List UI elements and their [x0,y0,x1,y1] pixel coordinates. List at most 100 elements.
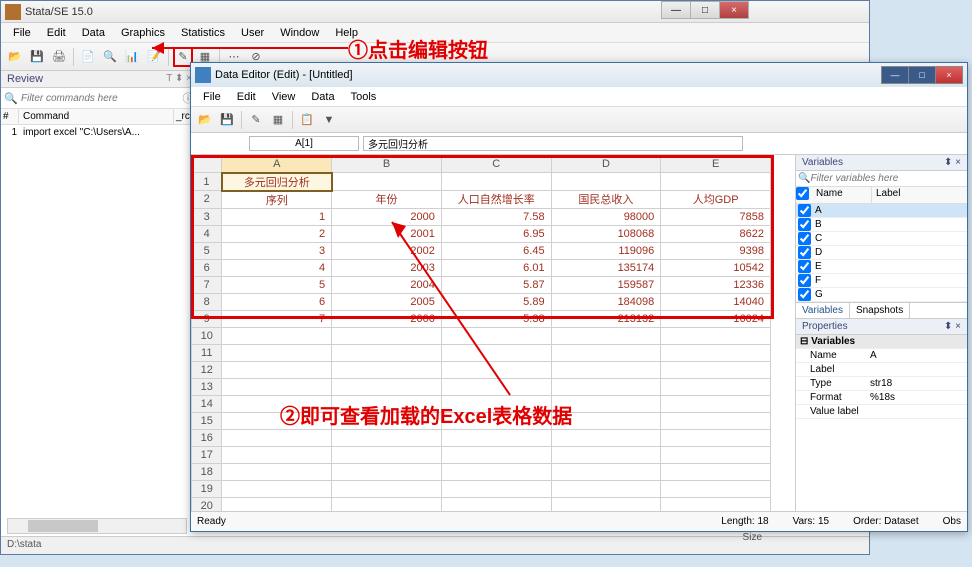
cell[interactable] [661,497,771,511]
cell[interactable]: 6.45 [441,242,551,259]
cell[interactable]: 2005 [332,293,442,310]
vars-controls[interactable]: ⬍ × [944,157,961,168]
cell[interactable] [332,327,442,344]
cell[interactable] [222,497,332,511]
editor-maximize[interactable]: □ [908,66,936,84]
log-icon[interactable]: 📄 [78,47,98,67]
cell[interactable] [441,344,551,361]
row-header[interactable]: 8 [192,293,222,310]
row-header[interactable]: 15 [192,412,222,429]
cell[interactable]: 12336 [661,276,771,293]
ed-open-icon[interactable]: 📂 [195,110,215,130]
cell[interactable]: 6.01 [441,259,551,276]
cell[interactable] [551,173,661,191]
cell[interactable] [551,497,661,511]
cell[interactable] [661,344,771,361]
cell[interactable] [222,463,332,480]
row-header[interactable]: 2 [192,191,222,209]
cell[interactable] [661,173,771,191]
row-header[interactable]: 18 [192,463,222,480]
cell[interactable] [222,361,332,378]
cell[interactable] [441,412,551,429]
var-checkbox[interactable] [798,204,811,217]
cell[interactable]: 135174 [551,259,661,276]
cell[interactable]: 7 [222,310,332,327]
col-header[interactable]: C [441,156,551,173]
search-icon[interactable]: 🔍 [3,90,19,106]
cell[interactable] [332,395,442,412]
cell[interactable]: 2002 [332,242,442,259]
cell[interactable]: 5.87 [441,276,551,293]
row-header[interactable]: 7 [192,276,222,293]
select-all-checkbox[interactable] [796,187,809,200]
cell[interactable] [441,173,551,191]
variable-row[interactable]: D [796,246,967,260]
variable-row[interactable]: F [796,274,967,288]
cell[interactable] [441,429,551,446]
cell[interactable] [551,412,661,429]
props-controls[interactable]: ⬍ × [944,321,961,332]
variable-row[interactable]: E [796,260,967,274]
cell[interactable] [332,344,442,361]
cell[interactable] [222,429,332,446]
cell[interactable]: 5 [222,276,332,293]
vars-search-input[interactable] [810,173,965,184]
cell[interactable] [222,395,332,412]
cell[interactable]: 人口自然增长率 [441,191,551,209]
variable-row[interactable]: C [796,232,967,246]
cell[interactable]: 5.89 [441,293,551,310]
open-icon[interactable]: 📂 [5,47,25,67]
cell[interactable]: 4 [222,259,332,276]
ed-menu-file[interactable]: File [195,89,229,105]
variable-row[interactable]: B [796,218,967,232]
col-header[interactable]: A [222,156,332,173]
cell[interactable] [332,412,442,429]
cell-value-input[interactable] [363,136,743,151]
ed-filter-icon[interactable]: ▼ [319,110,339,130]
menu-user[interactable]: User [233,25,272,41]
cell[interactable] [332,480,442,497]
cell[interactable]: 2 [222,225,332,242]
cell[interactable]: 6 [222,293,332,310]
editor-close[interactable]: × [935,66,963,84]
ed-edit-icon[interactable]: ✎ [246,110,266,130]
panel-controls[interactable]: T ⬍ × [166,73,192,85]
cell[interactable] [222,480,332,497]
cell[interactable] [661,480,771,497]
var-checkbox[interactable] [798,260,811,273]
cell[interactable] [661,395,771,412]
cell[interactable] [332,446,442,463]
row-header[interactable]: 5 [192,242,222,259]
cell[interactable] [332,429,442,446]
menu-graphics[interactable]: Graphics [113,25,173,41]
save-icon[interactable]: 💾 [27,47,47,67]
cell[interactable] [332,497,442,511]
cell[interactable] [551,378,661,395]
cell[interactable]: 108068 [551,225,661,242]
cell[interactable]: 159587 [551,276,661,293]
row-header[interactable]: 16 [192,429,222,446]
menu-data[interactable]: Data [74,25,113,41]
ed-save-icon[interactable]: 💾 [217,110,237,130]
row-header[interactable]: 3 [192,208,222,225]
var-checkbox[interactable] [798,288,811,301]
cell[interactable] [222,412,332,429]
cell[interactable]: 年份 [332,191,442,209]
cell[interactable] [441,463,551,480]
row-header[interactable]: 4 [192,225,222,242]
cell[interactable] [332,463,442,480]
cell[interactable] [222,327,332,344]
cell[interactable] [661,429,771,446]
variable-row[interactable]: G [796,288,967,302]
cell[interactable] [441,480,551,497]
cell[interactable]: 8622 [661,225,771,242]
review-search-input[interactable] [19,92,180,105]
cell[interactable] [441,327,551,344]
cell[interactable]: 7.58 [441,208,551,225]
cell[interactable]: 5.38 [441,310,551,327]
cell[interactable]: 国民总收入 [551,191,661,209]
row-header[interactable]: 1 [192,173,222,191]
cell[interactable]: 2001 [332,225,442,242]
cell[interactable] [551,463,661,480]
var-checkbox[interactable] [798,232,811,245]
